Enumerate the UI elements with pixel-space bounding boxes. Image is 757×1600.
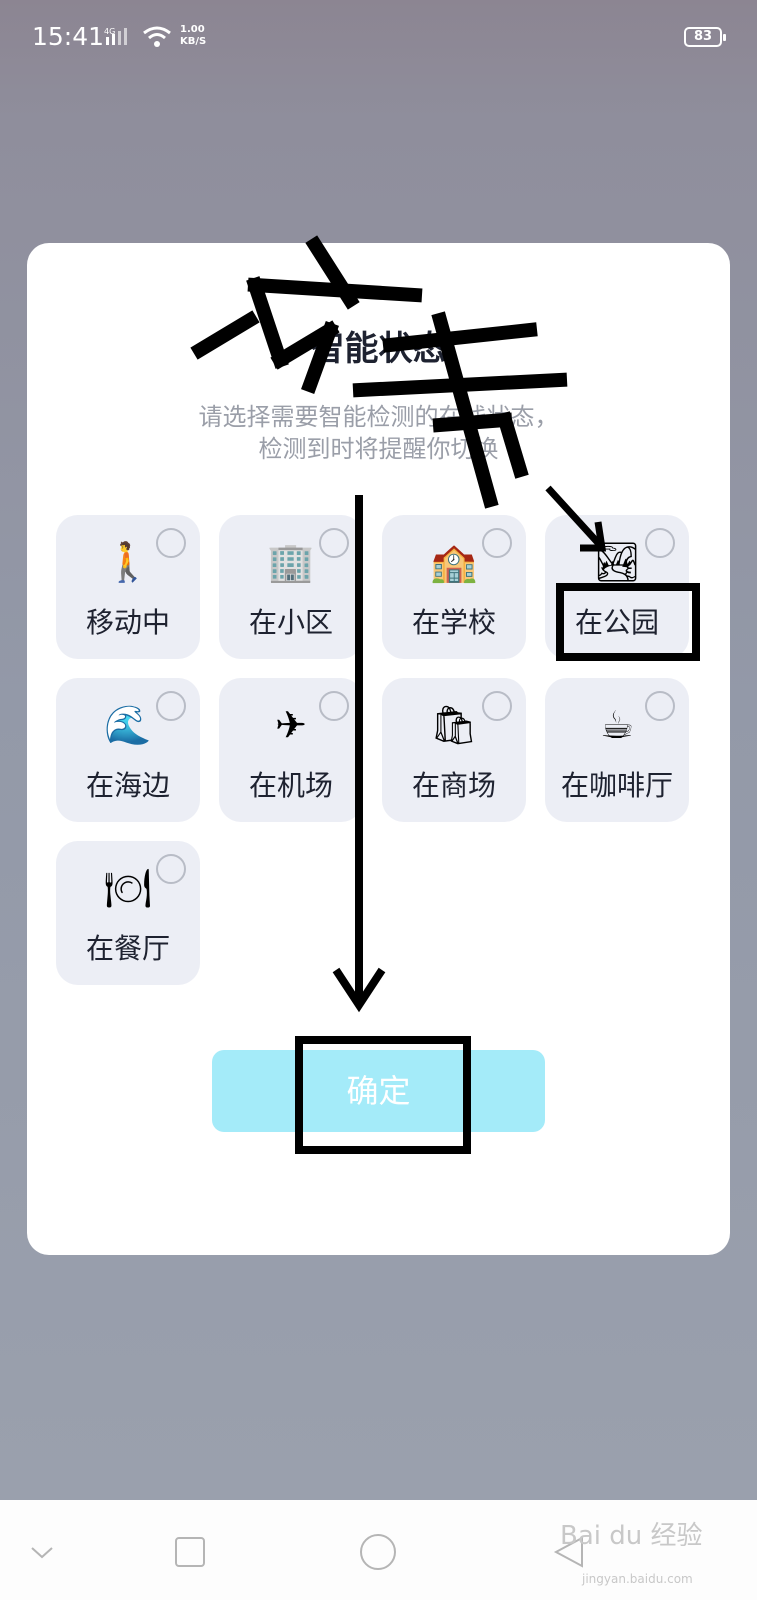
- option-label: 移动中: [85, 606, 170, 639]
- back-chevron-icon[interactable]: [20, 1530, 64, 1574]
- park-bench-icon: 🏞: [592, 540, 642, 584]
- coffee-icon: ☕: [599, 703, 635, 747]
- option-label: 在机场: [248, 769, 333, 802]
- option-seaside[interactable]: 🌊 在海边: [56, 678, 200, 822]
- option-label: 在咖啡厅: [560, 769, 673, 802]
- option-label: 在商场: [411, 769, 496, 802]
- option-mall[interactable]: 🛍 在商场: [382, 678, 526, 822]
- wifi-icon: [143, 26, 171, 47]
- option-restaurant[interactable]: 🍽 在餐厅: [56, 841, 200, 985]
- option-neighborhood[interactable]: 🏢 在小区: [219, 515, 363, 659]
- baidu-watermark: Bai du 经验: [560, 1521, 703, 1551]
- option-label: 在学校: [411, 606, 496, 639]
- walking-icon: 🚶: [104, 540, 152, 584]
- option-label: 在小区: [248, 606, 333, 639]
- shopping-bag-icon: 🛍: [429, 703, 479, 747]
- building-icon: 🏢: [267, 540, 315, 584]
- option-park[interactable]: 🏞 在公园: [545, 515, 689, 659]
- option-airport[interactable]: ✈ 在机场: [219, 678, 363, 822]
- option-label: 在海边: [85, 769, 170, 802]
- option-label: 在公园: [574, 606, 659, 639]
- plate-icon: 🍽: [103, 866, 153, 910]
- airport-icon: ✈: [275, 703, 307, 747]
- home-icon[interactable]: [356, 1530, 400, 1574]
- network-speed: 1.00 KB/S: [180, 24, 207, 47]
- status-time: 15:41: [32, 22, 105, 51]
- dialog-title: 智能状态: [310, 329, 447, 369]
- wave-icon: 🌊: [104, 703, 152, 747]
- option-moving[interactable]: 🚶 移动中: [56, 515, 200, 659]
- status-bar: 15:41 4G 1.00 KB/S 83: [0, 0, 757, 78]
- baidu-watermark-url: jingyan.baidu.com: [582, 1572, 693, 1586]
- option-label: 在餐厅: [85, 932, 170, 965]
- option-school[interactable]: 🏫 在学校: [382, 515, 526, 659]
- battery-icon: 83: [684, 27, 726, 47]
- dialog-subtitle: 请选择需要智能检测的在线状态， 检测到时将提醒你切换: [198, 403, 559, 463]
- option-cafe[interactable]: ☕ 在咖啡厅: [545, 678, 689, 822]
- smart-status-dialog: 智能状态 请选择需要智能检测的在线状态， 检测到时将提醒你切换 🚶 移动中 🏢 …: [27, 243, 730, 1255]
- confirm-button[interactable]: 确定: [212, 1050, 545, 1132]
- recent-apps-icon[interactable]: [168, 1530, 212, 1574]
- signal-icon: 4G: [104, 27, 127, 45]
- school-icon: 🏫: [430, 540, 478, 584]
